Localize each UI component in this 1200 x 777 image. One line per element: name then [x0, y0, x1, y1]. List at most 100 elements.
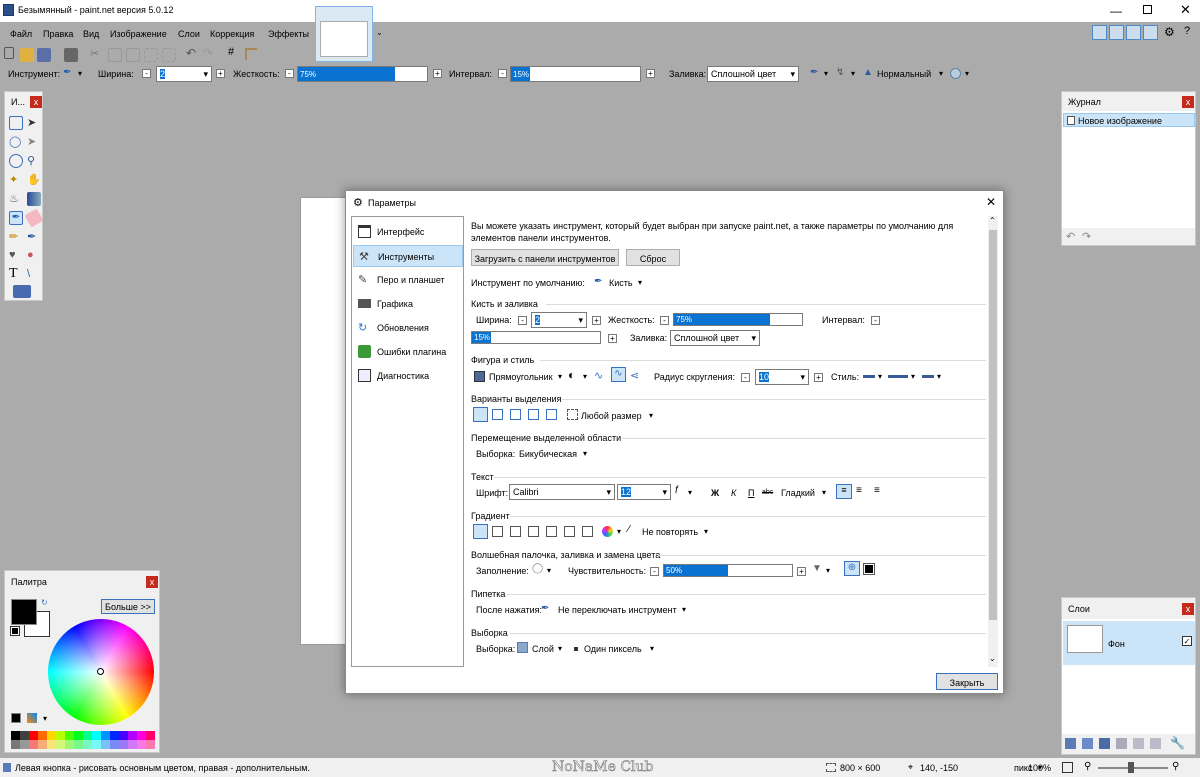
zoom-icon[interactable]: ⚲ [27, 154, 41, 168]
dlg-interval-decrease[interactable]: - [871, 316, 880, 325]
selection-xor-icon[interactable] [546, 409, 557, 420]
alpha-dropdown-arrow[interactable]: ▾ [851, 69, 855, 78]
palette-swatch[interactable] [119, 740, 128, 749]
gradient-linear-icon[interactable] [473, 524, 488, 539]
palette-panel-close-button[interactable]: x [146, 576, 158, 588]
scrollbar-thumb[interactable] [989, 230, 997, 620]
move-layer-down-icon[interactable] [1150, 738, 1161, 749]
line-start-style[interactable] [863, 375, 875, 378]
sample-dropdown-arrow[interactable]: ▾ [558, 644, 562, 653]
sensitivity-increase[interactable]: + [797, 567, 806, 576]
menu-file[interactable]: Файл [10, 29, 32, 39]
paintbrush-tool-icon[interactable]: ✒ [9, 211, 23, 225]
reset-button[interactable]: Сброс [626, 249, 680, 266]
line-dash-style[interactable] [888, 375, 908, 378]
palette-swatch[interactable] [110, 731, 119, 740]
font-family-arrow[interactable]: ▾ [688, 488, 692, 497]
menu-image[interactable]: Изображение [110, 29, 167, 39]
scrollbar[interactable]: ⌃ ⌄ [988, 216, 998, 667]
image-canvas[interactable] [300, 197, 346, 645]
smooth-select[interactable]: Гладкий [781, 488, 815, 498]
grid-icon[interactable]: # [228, 46, 234, 58]
nav-pen-tablet[interactable]: ✎ Перо и планшет [353, 269, 463, 291]
radius-decrease[interactable]: - [741, 373, 750, 382]
palette-swatch[interactable] [38, 731, 47, 740]
deselect-icon[interactable] [162, 48, 176, 62]
after-click-select[interactable]: Не переключать инструмент [558, 605, 677, 615]
gradient-diamond-icon[interactable] [510, 526, 521, 537]
palette-swatch[interactable] [47, 740, 56, 749]
fill-select[interactable]: Сплошной цвет ▾ [707, 66, 799, 82]
font-family-icon[interactable]: f [675, 485, 678, 496]
palette-swatch[interactable] [92, 740, 101, 749]
swap-colors-icon[interactable]: ↻ [41, 598, 48, 607]
align-right-icon[interactable]: ≡ [874, 485, 880, 496]
palette-swatch[interactable] [20, 731, 29, 740]
gradient-spiral-icon[interactable] [564, 526, 575, 537]
underline-button[interactable]: П [748, 488, 754, 498]
close-button[interactable]: Закрыть [936, 673, 998, 690]
palette-swatch[interactable] [74, 740, 83, 749]
dlg-width-decrease[interactable]: - [518, 316, 527, 325]
repeat-select[interactable]: Не повторять [642, 527, 698, 537]
color-picker-icon[interactable]: ✒ [27, 230, 41, 244]
layer-properties-icon[interactable]: 🔧 [1170, 736, 1185, 750]
sample-size-arrow[interactable]: ▾ [650, 644, 654, 653]
palette-swatch[interactable] [11, 731, 20, 740]
palette-swatch[interactable] [65, 731, 74, 740]
selection-union-icon[interactable] [492, 409, 503, 420]
maximize-button[interactable] [1143, 5, 1152, 14]
cut-icon[interactable]: ✂ [90, 47, 99, 60]
radius-increase[interactable]: + [814, 373, 823, 382]
palette-swatch[interactable] [29, 740, 38, 749]
more-colors-button[interactable]: Больше >> [101, 599, 155, 614]
dlg-interval-slider[interactable]: 15% [471, 331, 601, 344]
zoom-out-icon[interactable]: ⚲ [1084, 761, 1091, 772]
move-layer-up-icon[interactable] [1133, 738, 1144, 749]
palette-swatch-icon[interactable] [11, 713, 21, 723]
selection-replace-icon[interactable] [473, 407, 488, 422]
nav-diagnostics[interactable]: Диагностика [353, 365, 463, 387]
palette-swatch[interactable] [56, 740, 65, 749]
copy-icon[interactable] [108, 48, 122, 62]
open-icon[interactable] [20, 48, 34, 62]
magic-wand-icon[interactable]: ✦ [9, 173, 23, 187]
load-from-toolbar-button[interactable]: Загрузить с панели инструментов [471, 249, 619, 266]
sampling-select[interactable]: Бикубическая [519, 449, 577, 459]
line-end-style[interactable] [922, 375, 934, 378]
paintbrush-icon[interactable]: ✒ [63, 67, 71, 78]
width-decrease-button[interactable]: - [142, 69, 151, 78]
palette-dropdown-arrow[interactable]: ▾ [43, 714, 47, 723]
hardness-slider[interactable]: 75% [297, 66, 428, 82]
sensitivity-slider[interactable]: 50% [663, 564, 793, 577]
alpha-blending-icon[interactable]: ↯ [836, 67, 844, 78]
palette-swatch[interactable] [20, 740, 29, 749]
layer-visibility-checkbox[interactable]: ✓ [1182, 636, 1192, 646]
palette-swatch[interactable] [128, 740, 137, 749]
width-input[interactable]: 2 ▾ [156, 66, 212, 82]
sensitivity-decrease[interactable]: - [650, 567, 659, 576]
nav-interface[interactable]: Интерфейс [353, 221, 463, 243]
gradient-icon[interactable] [27, 192, 41, 206]
antialiasing-icon[interactable]: ✒ [810, 67, 818, 78]
line-start-arrow[interactable]: ▾ [878, 372, 882, 381]
text-icon[interactable]: T [9, 266, 23, 281]
strikethrough-button[interactable]: abc [762, 489, 773, 496]
reset-colors-icon[interactable] [10, 626, 20, 636]
merge-layer-icon[interactable] [1116, 738, 1127, 749]
sample-size-select[interactable]: Один пиксель [584, 644, 642, 654]
duplicate-layer-icon[interactable] [1099, 738, 1110, 749]
sampling-dropdown-arrow[interactable]: ▾ [583, 449, 587, 458]
palette-swatch[interactable] [101, 731, 110, 740]
selection-intersect-icon[interactable] [528, 409, 539, 420]
palette-swatch[interactable] [146, 740, 155, 749]
layers-panel-close-button[interactable]: x [1182, 603, 1194, 615]
menu-edit[interactable]: Правка [43, 29, 73, 39]
nav-updates[interactable]: ↻ Обновления [353, 317, 463, 339]
dlg-interval-increase[interactable]: + [608, 334, 617, 343]
palette-menu-icon[interactable] [27, 713, 37, 723]
interval-slider[interactable]: 15% [510, 66, 641, 82]
nav-graphics[interactable]: Графика [353, 293, 463, 315]
crop-icon[interactable] [144, 48, 158, 62]
palette-swatch[interactable] [83, 740, 92, 749]
